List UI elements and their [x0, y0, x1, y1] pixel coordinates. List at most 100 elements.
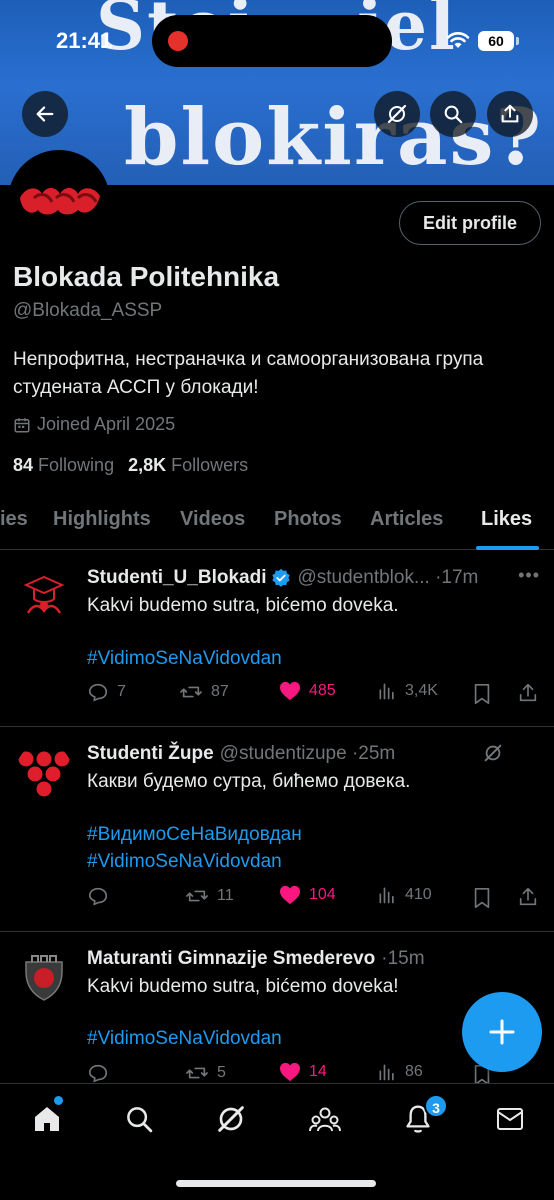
post-actions: 7 87 485 3,4K	[87, 681, 542, 709]
blokada-logo-icon	[12, 154, 106, 248]
like-count: 485	[309, 682, 336, 699]
following-count: 84	[13, 455, 34, 475]
repost-button[interactable]: 11	[185, 885, 234, 907]
tab-photos[interactable]: Photos	[274, 508, 342, 531]
reply-count: 7	[117, 683, 126, 700]
post-author[interactable]: Studenti_U_Blokadi	[87, 567, 266, 589]
post-hashtag[interactable]: #ВидимоСеНаВидовдан	[87, 821, 542, 849]
grok-icon	[218, 1106, 244, 1132]
followers-link[interactable]: 2,8K Followers	[128, 455, 248, 476]
profile-tabs: ies Highlights Videos Photos Articles Li…	[0, 500, 554, 550]
repost-icon	[186, 1067, 208, 1079]
compose-post-button[interactable]	[462, 992, 542, 1072]
post-author[interactable]: Maturanti Gimnazije Smederevo	[87, 948, 375, 970]
profile-bio: Непрофитна, нестраначка и самоорганизова…	[13, 349, 484, 398]
nav-grok[interactable]	[214, 1102, 248, 1136]
post-avatar[interactable]	[16, 567, 72, 623]
followers-count: 2,8K	[128, 455, 167, 475]
reply-button[interactable]	[87, 885, 117, 907]
reply-icon	[88, 1064, 108, 1083]
share-post-icon[interactable]	[517, 886, 539, 908]
tab-videos[interactable]: Videos	[180, 508, 245, 531]
plus-icon	[489, 1019, 515, 1045]
followers-label: Followers	[171, 455, 249, 475]
post-header: Maturanti Gimnazije Smederevo ·15m	[87, 946, 547, 972]
repost-icon	[186, 890, 208, 902]
post-hashtag[interactable]: #VidimoSeNaVidovdan	[87, 848, 542, 876]
like-count: 14	[309, 1063, 327, 1080]
home-indicator[interactable]	[176, 1180, 376, 1187]
nav-communities[interactable]	[308, 1102, 342, 1136]
post-avatar[interactable]	[16, 743, 72, 799]
views-count: 86	[405, 1063, 423, 1080]
tab-replies[interactable]: ies	[0, 508, 28, 531]
tab-highlights[interactable]: Highlights	[53, 508, 151, 531]
search-button[interactable]	[430, 91, 476, 137]
dynamic-island	[152, 15, 392, 67]
views-count: 410	[405, 886, 432, 903]
post-text: Kakvi budemo sutra, bićemo doveka.	[87, 595, 399, 616]
search-icon	[127, 1107, 153, 1133]
repost-count: 11	[217, 887, 234, 904]
mail-icon	[497, 1108, 523, 1130]
nav-messages[interactable]	[493, 1102, 527, 1136]
post-handle-time: @studentizupe ·25m	[219, 743, 396, 764]
reply-button[interactable]: 7	[87, 681, 126, 703]
nav-home[interactable]	[30, 1102, 64, 1136]
post-header: Studenti Župe @studentizupe ·25m	[87, 741, 547, 767]
repost-button[interactable]: 87	[179, 681, 229, 703]
arrow-left-icon	[36, 106, 54, 122]
post-actions: 11 104 410	[87, 885, 542, 913]
views-button[interactable]: 86	[377, 1062, 423, 1082]
new-posts-dot	[54, 1096, 63, 1105]
like-button[interactable]: 485	[279, 681, 336, 701]
reply-button[interactable]	[87, 1062, 117, 1084]
grok-icon[interactable]	[482, 742, 504, 764]
post-avatar[interactable]	[16, 948, 72, 1004]
home-icon	[35, 1107, 59, 1131]
more-options-icon[interactable]: •••	[518, 565, 540, 586]
like-button[interactable]: 14	[279, 1062, 327, 1082]
battery-icon: 60	[478, 31, 519, 51]
bookmark-icon[interactable]	[472, 887, 492, 909]
tab-likes[interactable]: Likes	[481, 508, 532, 531]
following-link[interactable]: 84 Following	[13, 455, 114, 476]
heart-filled-icon	[280, 885, 300, 905]
views-button[interactable]: 410	[377, 885, 432, 905]
grok-button[interactable]	[374, 91, 420, 137]
gimnazija-smederevo-logo-icon	[16, 948, 72, 1004]
search-icon	[444, 105, 463, 124]
verified-badge-icon	[272, 568, 291, 587]
post[interactable]: Studenti_U_Blokadi @studentblok... ·17m …	[0, 551, 554, 727]
post-hashtag[interactable]: #VidimoSeNaVidovdan	[87, 645, 542, 673]
profile-avatar[interactable]	[8, 150, 110, 252]
wifi-icon	[446, 32, 470, 48]
tab-articles[interactable]: Articles	[370, 508, 443, 531]
share-post-icon[interactable]	[517, 682, 539, 704]
views-chart-icon	[379, 1064, 394, 1081]
share-button[interactable]	[487, 91, 533, 137]
banner-text-line2: blokiras?	[124, 92, 544, 183]
post-author[interactable]: Studenti Župe	[87, 743, 214, 765]
post-handle-time: @studentblok... ·17m	[297, 567, 479, 588]
recording-indicator-icon	[168, 31, 188, 51]
calendar-icon	[14, 417, 30, 432]
heart-filled-icon	[280, 681, 300, 701]
repost-icon	[180, 686, 202, 698]
back-button[interactable]	[22, 91, 68, 137]
repost-count: 5	[217, 1064, 226, 1081]
share-icon	[501, 104, 519, 123]
views-button[interactable]: 3,4K	[377, 681, 438, 701]
notifications-badge: 3	[424, 1094, 448, 1118]
nav-search[interactable]	[122, 1102, 156, 1136]
views-chart-icon	[379, 683, 394, 700]
status-time: 21:41	[56, 28, 113, 53]
like-button[interactable]: 104	[279, 885, 336, 905]
repost-button[interactable]: 5	[185, 1062, 226, 1084]
follow-stats: 84 Following 2,8K Followers	[13, 455, 248, 476]
bookmark-icon[interactable]	[472, 683, 492, 705]
studenti-zupe-logo-icon	[16, 743, 72, 799]
edit-profile-button[interactable]: Edit profile	[399, 201, 541, 245]
post[interactable]: Studenti Župe @studentizupe ·25m Какви б…	[0, 727, 554, 932]
reply-icon	[88, 683, 108, 702]
